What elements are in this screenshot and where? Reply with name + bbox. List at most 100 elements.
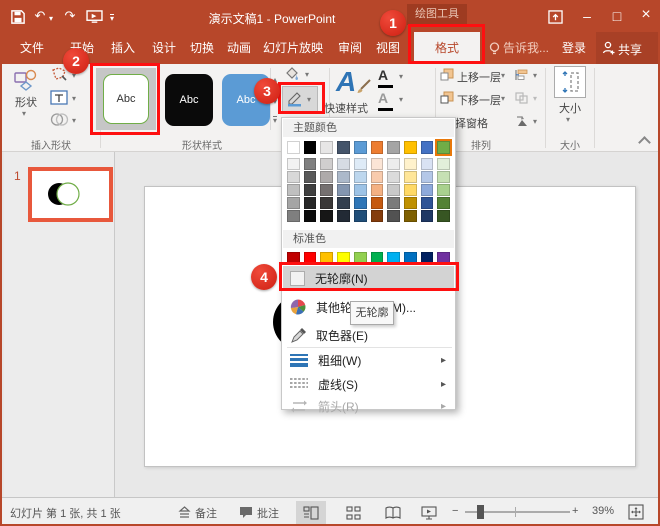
group-dropdown-icon[interactable]: ▾ <box>533 95 537 103</box>
color-swatch[interactable] <box>404 171 417 183</box>
gallery-more-icon[interactable]: ▾ <box>273 116 277 125</box>
color-swatch[interactable] <box>304 184 317 196</box>
tab-view[interactable]: 视图 <box>368 32 408 64</box>
reading-view-button[interactable] <box>378 501 408 524</box>
tell-me-lightbulb-icon[interactable] <box>489 42 500 56</box>
color-swatch[interactable] <box>387 184 400 196</box>
zoom-level[interactable]: 39% <box>592 505 614 517</box>
rotate-dropdown-icon[interactable]: ▾ <box>533 118 537 126</box>
color-swatch[interactable] <box>387 171 400 183</box>
zoom-in-button[interactable]: + <box>572 505 578 517</box>
color-swatch[interactable] <box>404 158 417 170</box>
shape-style-option-1[interactable]: Abc <box>103 74 149 124</box>
color-swatch[interactable] <box>387 141 400 154</box>
color-swatch[interactable] <box>320 184 333 196</box>
tab-review[interactable]: 审阅 <box>330 32 370 64</box>
color-swatch[interactable] <box>371 252 384 265</box>
text-box-dropdown-icon[interactable]: ▾ <box>72 95 76 103</box>
color-swatch[interactable] <box>287 184 300 196</box>
color-swatch[interactable] <box>404 197 417 209</box>
color-swatch[interactable] <box>287 171 300 183</box>
maximize-button[interactable]: □ <box>608 8 626 24</box>
size-button[interactable] <box>554 66 586 98</box>
color-swatch[interactable] <box>304 197 317 209</box>
color-swatch[interactable] <box>437 171 450 183</box>
color-swatch[interactable] <box>371 210 384 222</box>
color-swatch[interactable] <box>354 252 367 265</box>
color-swatch[interactable] <box>421 252 434 265</box>
tab-design[interactable]: 设计 <box>145 32 183 64</box>
color-swatch[interactable] <box>337 141 350 154</box>
color-swatch[interactable] <box>304 252 317 265</box>
tab-format[interactable]: 格式 <box>414 32 480 64</box>
color-swatch[interactable] <box>371 141 384 154</box>
sign-in-button[interactable]: 登录 <box>554 32 594 64</box>
tab-transitions[interactable]: 切换 <box>183 32 221 64</box>
color-swatch[interactable] <box>337 210 350 222</box>
color-swatch[interactable] <box>421 210 434 222</box>
shape-style-option-2[interactable]: Abc <box>165 74 213 126</box>
no-outline-menu-item[interactable]: 无轮廓(N) <box>283 266 454 290</box>
ribbon-display-options-icon[interactable] <box>548 10 563 24</box>
send-backward-button[interactable] <box>440 91 454 104</box>
bring-forward-label[interactable]: 上移一层 <box>457 69 501 85</box>
color-swatch[interactable] <box>387 158 400 170</box>
color-swatch[interactable] <box>320 210 333 222</box>
shape-fill-button[interactable]: ▾ <box>283 66 317 85</box>
share-button[interactable]: 共享 <box>596 32 658 64</box>
color-swatch[interactable] <box>320 141 333 154</box>
color-swatch[interactable] <box>337 158 350 170</box>
color-swatch[interactable] <box>304 210 317 222</box>
color-swatch[interactable] <box>337 184 350 196</box>
color-swatch[interactable] <box>287 252 300 265</box>
zoom-out-button[interactable]: − <box>452 505 458 517</box>
color-swatch[interactable] <box>404 184 417 196</box>
slide-thumbnail-1[interactable] <box>28 167 113 222</box>
merge-shapes-button[interactable] <box>50 112 69 127</box>
color-swatch[interactable] <box>354 184 367 196</box>
selection-pane-label[interactable]: 择窗格 <box>455 115 488 131</box>
comments-button[interactable]: 批注 <box>257 505 279 521</box>
tab-file[interactable]: 文件 <box>12 32 52 64</box>
color-swatch[interactable] <box>437 141 450 154</box>
color-swatch[interactable] <box>371 158 384 170</box>
color-swatch[interactable] <box>421 171 434 183</box>
color-swatch[interactable] <box>421 184 434 196</box>
bring-forward-button[interactable] <box>440 68 454 81</box>
color-swatch[interactable] <box>421 197 434 209</box>
color-swatch[interactable] <box>371 197 384 209</box>
send-backward-dropdown-icon[interactable]: ▾ <box>501 95 505 103</box>
color-swatch[interactable] <box>320 197 333 209</box>
color-swatch[interactable] <box>320 171 333 183</box>
start-slideshow-icon[interactable] <box>86 10 103 24</box>
undo-button[interactable]: ↶ <box>32 9 48 23</box>
weight-menu-item[interactable]: 粗细(W) ▸ <box>283 349 454 371</box>
color-swatch[interactable] <box>437 158 450 170</box>
merge-shapes-dropdown-icon[interactable]: ▾ <box>72 117 76 125</box>
redo-button[interactable]: ↷ <box>62 9 78 23</box>
collapse-ribbon-icon[interactable] <box>638 136 651 149</box>
color-swatch[interactable] <box>337 171 350 183</box>
size-dropdown-icon[interactable]: ▾ <box>566 116 570 124</box>
color-swatch[interactable] <box>320 252 333 265</box>
color-swatch[interactable] <box>437 197 450 209</box>
close-button[interactable]: × <box>637 7 655 23</box>
color-swatch[interactable] <box>287 210 300 222</box>
color-swatch[interactable] <box>437 252 450 265</box>
align-icon[interactable] <box>514 68 529 82</box>
color-swatch[interactable] <box>354 141 367 154</box>
color-swatch[interactable] <box>287 141 300 154</box>
shape-outline-button[interactable]: ▾ <box>282 86 318 112</box>
send-backward-label[interactable]: 下移一层 <box>457 92 501 108</box>
save-icon[interactable] <box>11 10 25 24</box>
slide-sorter-view-button[interactable] <box>338 501 368 524</box>
minimize-button[interactable]: – <box>578 8 596 24</box>
color-swatch[interactable] <box>437 184 450 196</box>
color-swatch[interactable] <box>337 252 350 265</box>
color-swatch[interactable] <box>304 141 317 154</box>
tab-slideshow[interactable]: 幻灯片放映 <box>258 32 328 64</box>
text-box-button[interactable] <box>50 89 68 106</box>
align-dropdown-icon[interactable]: ▾ <box>533 72 537 80</box>
tab-animations[interactable]: 动画 <box>220 32 258 64</box>
color-swatch[interactable] <box>354 210 367 222</box>
